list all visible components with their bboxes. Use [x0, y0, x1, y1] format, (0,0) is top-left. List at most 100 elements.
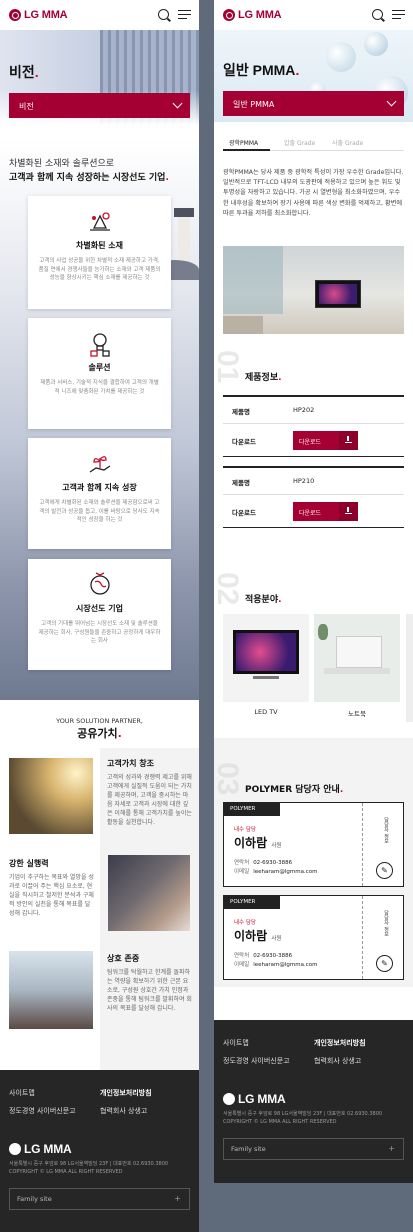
card-desc: 제품과 서비스, 기술적 지식을 결합하여 고객의 개별적 니즈에 맞춤화된 가… [40, 380, 159, 395]
value-title: 상호 존중 [107, 954, 140, 963]
logo[interactable]: LG MMA [223, 9, 282, 21]
divider [362, 896, 363, 979]
header: LG MMA [0, 0, 199, 30]
value-item: 상호 존중 팀워크를 탁월하고 한계를 돌파하는 역량을 확보하기 위한 근본 … [107, 953, 193, 1013]
section-number: 01 [214, 350, 244, 384]
vertical-label: 담당자 정보 [383, 910, 389, 937]
manager-phone: 연락처 02-6930-3886 [234, 953, 293, 959]
family-site-select[interactable]: Family site + [223, 1138, 404, 1160]
download-button[interactable]: 다운로드 [293, 431, 358, 450]
chevron-down-icon [172, 98, 183, 109]
family-site-select[interactable]: Family site + [9, 1188, 190, 1210]
footer: 사이트맵 개인정보처리방침 정도경영 사이버신문고 협력회사 상생고 LG MM… [0, 1070, 199, 1232]
tab-injection-grade[interactable]: 사출 Grade [332, 138, 363, 147]
product-name-row: 제품명 HP202 [223, 396, 404, 424]
plus-icon: + [174, 1194, 181, 1203]
value-item: 강한 실행력 기업이 추구하는 목표와 열망을 성과로 이끌어 주는 핵심 요소… [9, 858, 95, 918]
footer-link-ethics[interactable]: 정도경영 사이버신문고 [9, 1106, 76, 1116]
tab-extrusion-grade[interactable]: 압출 Grade [284, 138, 315, 147]
manager-tag: POLYMER [224, 803, 280, 816]
manager-phone: 연락처 02-6930-3886 [234, 860, 293, 866]
footer: 사이트맵 개인정보처리방침 정도경영 사이버신문고 협력회사 상생고 LG MM… [214, 1020, 413, 1183]
growth-hand-icon [89, 456, 110, 473]
menu-icon[interactable] [392, 10, 405, 20]
manager-name: 이하람 사원 [234, 929, 282, 943]
divider [362, 803, 363, 886]
download-row: 다운로드 다운로드 [223, 495, 404, 528]
intro-line-2: 고객과 함께 지속 성장하는 시장선도 기업. [9, 173, 169, 183]
footer-logo: LG MMA [9, 1142, 72, 1156]
active-tab-indicator [223, 149, 270, 151]
product-select[interactable]: 일반 PMMA [223, 91, 404, 116]
manager-dept: 내수 담당 [234, 827, 256, 833]
section-number: 02 [214, 572, 244, 606]
globe-icon [89, 572, 110, 595]
vertical-label: 담당자 정보 [383, 817, 389, 844]
vision-card: 솔루션 제품과 서비스, 기술적 지식을 결합하여 고객의 개별적 니즈에 맞춤… [28, 318, 171, 429]
footer-link-sitemap[interactable]: 사이트맵 [9, 1088, 35, 1098]
card-title: 시장선도 기업 [76, 604, 123, 613]
download-button[interactable]: 다운로드 [293, 502, 358, 521]
managers-title: POLYMER 담당자 안내. [245, 785, 344, 795]
footer-link-privacy[interactable]: 개인정보처리방침 [100, 1088, 152, 1098]
teamwork-photo [9, 758, 93, 834]
manager-email: 이메일 leeharam@lgmma.com [234, 962, 318, 968]
application-label: LED TV [223, 702, 309, 722]
lightbulb-icon [89, 333, 110, 357]
footer-link-sitemap[interactable]: 사이트맵 [223, 1038, 249, 1048]
page-title: 비전. [9, 64, 39, 80]
manager-name: 이하람 사원 [234, 836, 282, 850]
vision-page: LG MMA 비전. 비전 차별화된 소재와 솔루션으로 고객과 함께 지속 성… [0, 0, 199, 1232]
flask-icon [89, 212, 110, 231]
meeting-photo [108, 855, 190, 931]
footer-link-partner[interactable]: 협력회사 상생고 [314, 1056, 361, 1066]
page-title: 일반 PMMA. [223, 62, 300, 78]
search-icon[interactable] [158, 9, 169, 20]
edit-icon[interactable]: ✎ [376, 862, 393, 879]
logo-text: LG MMA [238, 9, 282, 21]
card-title: 솔루션 [88, 363, 111, 372]
logo[interactable]: LG MMA [9, 9, 68, 21]
card-desc: 고객의 사업 성공을 위한 차별적 소재 제공하고 가격, 품질 면에서 경쟁사… [38, 258, 161, 282]
card-desc: 고객의 기대를 뛰어넘는 시장선도 소재 및 솔루션을 제공하는 회사, 구성원… [38, 621, 161, 645]
product-info-title: 제품정보. [245, 373, 282, 383]
menu-icon[interactable] [178, 10, 191, 20]
pmma-page: LG MMA 일반 PMMA. 일반 PMMA 광학PMMA 압출 Grade … [214, 0, 413, 1183]
application-card: LED TV [223, 614, 309, 722]
vision-card: 시장선도 기업 고객의 기대를 뛰어넘는 시장선도 소재 및 솔루션을 제공하는… [28, 559, 171, 670]
search-icon[interactable] [372, 9, 383, 20]
plus-icon: + [388, 1144, 395, 1153]
page-select[interactable]: 비전 [9, 93, 190, 118]
edit-icon[interactable]: ✎ [376, 955, 393, 972]
tv-room-photo [223, 246, 404, 334]
value-desc: 팀워크를 탁월하고 한계를 돌파하는 역량을 확보하기 위한 근본 요소로, 구… [107, 969, 192, 1012]
value-desc: 기업이 추구하는 목표와 열망을 성과로 이끌어 주는 핵심 요소로, 현실을 … [9, 874, 94, 917]
grade-tabs: 광학PMMA 압출 Grade 사출 Grade [223, 133, 404, 151]
application-label: 노트북 [314, 702, 400, 722]
select-label: 일반 PMMA [233, 100, 275, 109]
product-name-row: 제품명 HP210 [223, 467, 404, 495]
lg-logo-icon [223, 1093, 235, 1105]
product-name: HP210 [293, 477, 315, 485]
card-title: 고객과 함께 지속 성장 [62, 483, 137, 492]
gutter [199, 0, 214, 1232]
download-row: 다운로드 다운로드 [223, 424, 404, 457]
tab-optical-pmma[interactable]: 광학PMMA [229, 138, 258, 147]
chevron-down-icon [386, 96, 397, 107]
manager-card: POLYMER 내수 담당 이하람 사원 연락처 02-6930-3886 이메일… [223, 802, 404, 887]
value-item: 고객가치 창조 고객의 성과와 경쟁력 제고를 위해 고객에게 실질적 도움이 … [107, 758, 193, 827]
footer-link-privacy[interactable]: 개인정보처리방침 [314, 1038, 366, 1048]
select-label: 비전 [19, 102, 34, 111]
footer-link-partner[interactable]: 협력회사 상생고 [100, 1106, 147, 1116]
card-desc: 고객에게 차별화된 소재와 솔루션을 제공함으로써 고객의 발전과 성공을 돕고… [39, 500, 160, 524]
manager-dept: 내수 담당 [234, 920, 256, 926]
footer-link-ethics[interactable]: 정도경영 사이버신문고 [223, 1056, 290, 1066]
header: LG MMA [214, 0, 413, 30]
manager-email: 이메일 leeharam@lgmma.com [234, 869, 318, 875]
lg-logo-icon [223, 9, 235, 21]
download-icon [339, 502, 358, 521]
manager-card: POLYMER 내수 담당 이하람 사원 연락처 02-6930-3886 이메일… [223, 895, 404, 980]
value-title: 강한 실행력 [9, 859, 49, 868]
values-title: 공유가치. [77, 727, 122, 740]
application-card-next [406, 614, 413, 722]
